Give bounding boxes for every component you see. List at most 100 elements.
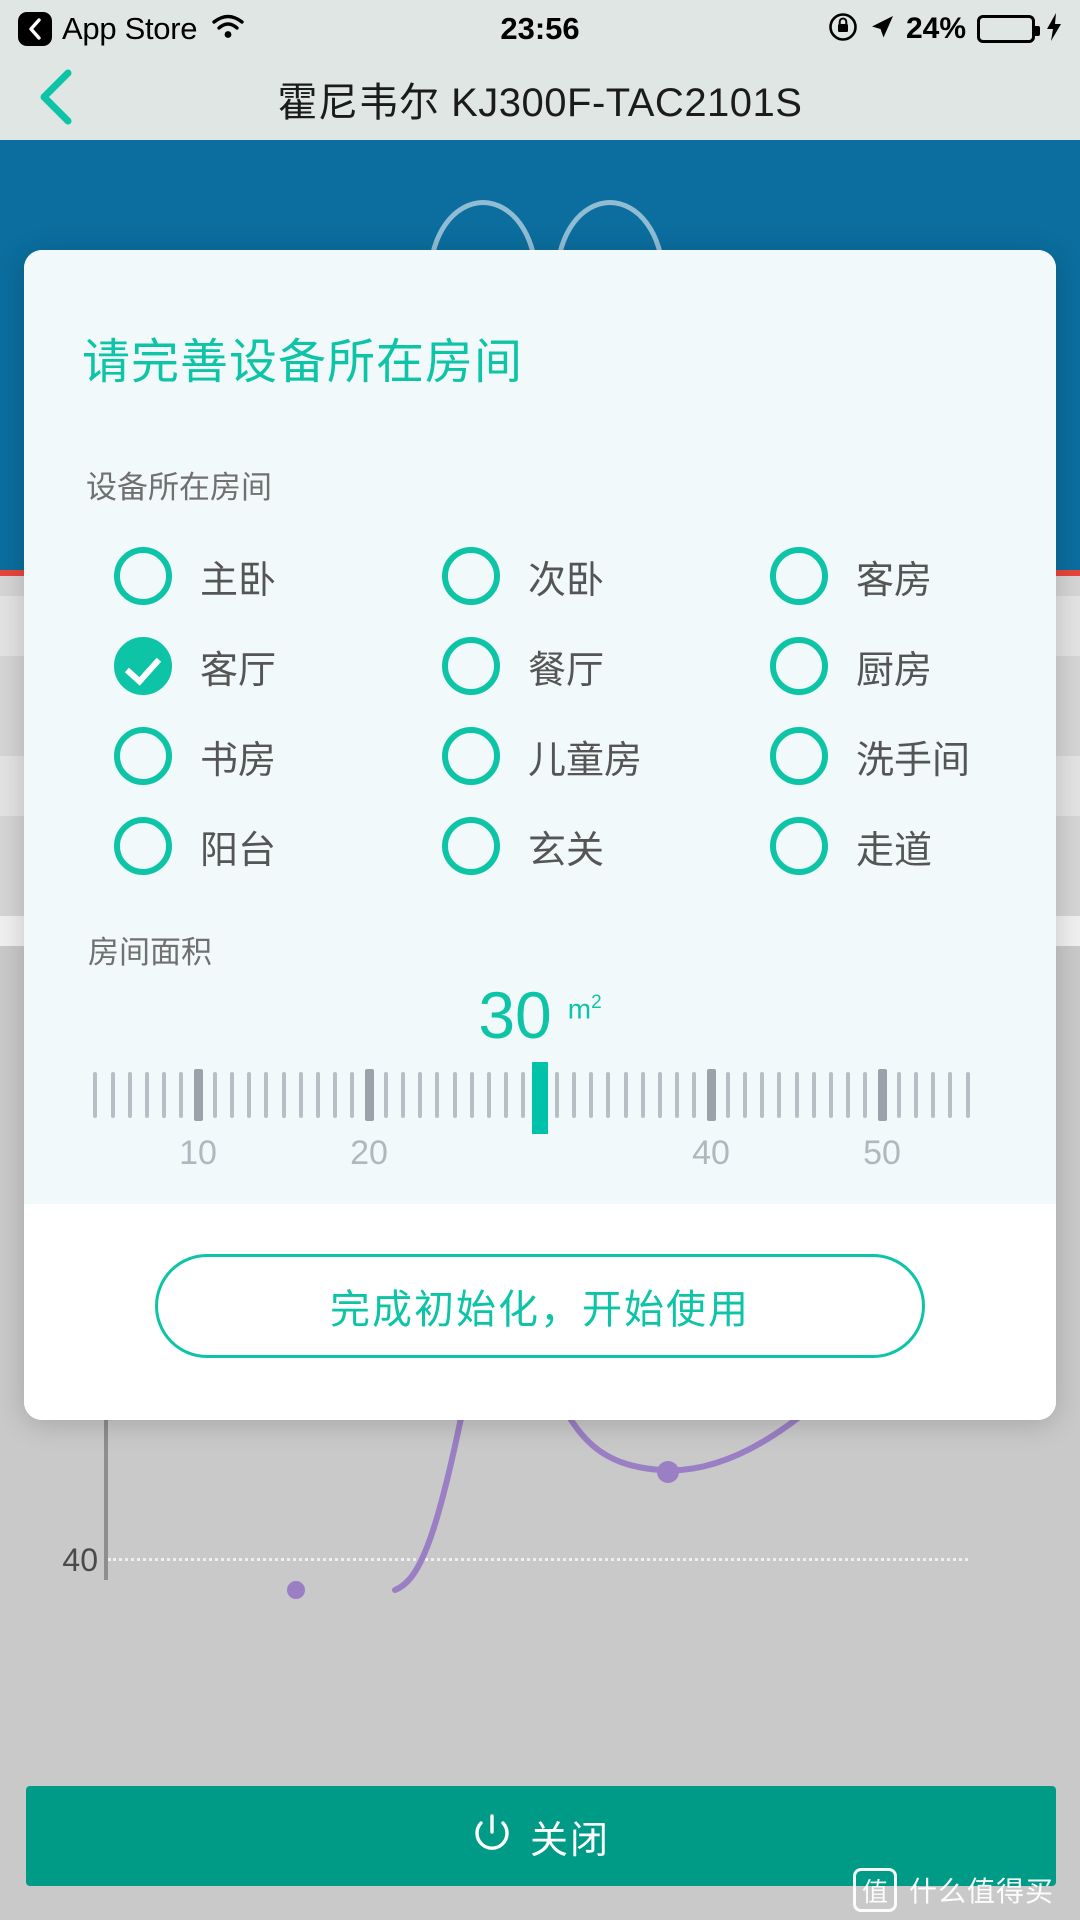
- radio-unchecked-icon[interactable]: [114, 727, 172, 785]
- radio-unchecked-icon[interactable]: [114, 547, 172, 605]
- room-option-label: 玄关: [528, 829, 605, 872]
- status-bar-app-name[interactable]: App Store: [62, 11, 197, 47]
- area-slider-labels: 10 20 40 50: [24, 1134, 1056, 1182]
- ruler-tick: [828, 1072, 833, 1118]
- back-badge-icon[interactable]: [18, 12, 52, 46]
- back-button[interactable]: [26, 69, 86, 129]
- watermark: 值 什么值得买: [852, 1868, 1054, 1912]
- ruler-tick: [811, 1072, 816, 1118]
- power-icon: [472, 1813, 512, 1860]
- radio-unchecked-icon[interactable]: [442, 727, 500, 785]
- page-title: 霍尼韦尔 KJ300F-TAC2101S: [277, 81, 803, 125]
- ruler-tick: [862, 1072, 867, 1118]
- dialog-title: 请完善设备所在房间: [82, 336, 524, 389]
- room-option-label: 客房: [856, 559, 933, 602]
- room-option[interactable]: 主卧: [48, 547, 376, 605]
- ruler-tick: [144, 1072, 149, 1118]
- room-option[interactable]: 阳台: [48, 817, 376, 875]
- radio-unchecked-icon[interactable]: [770, 727, 828, 785]
- ruler-tick: [418, 1072, 423, 1118]
- room-option-label: 洗手间: [856, 739, 971, 782]
- ruler-tick: [384, 1072, 389, 1118]
- ruler-major-tick: [877, 1069, 887, 1121]
- ruler-tick: [247, 1072, 252, 1118]
- ruler-tick: [965, 1072, 970, 1118]
- room-option-label: 餐厅: [528, 649, 605, 692]
- room-option[interactable]: 餐厅: [376, 637, 704, 695]
- ruler-tick: [589, 1072, 594, 1118]
- room-option-label: 儿童房: [528, 739, 643, 782]
- ruler-tick: [777, 1072, 782, 1118]
- battery-icon: [977, 15, 1040, 43]
- room-option[interactable]: 客厅: [48, 637, 376, 695]
- room-option[interactable]: 书房: [48, 727, 376, 785]
- ruler-tick: [760, 1072, 765, 1118]
- radio-unchecked-icon[interactable]: [442, 817, 500, 875]
- wifi-icon: [211, 14, 245, 45]
- ruler-tick: [623, 1072, 628, 1118]
- rotation-lock-icon: [828, 12, 858, 47]
- ruler-tick: [726, 1072, 731, 1118]
- ruler-tick: [281, 1072, 286, 1118]
- ruler-tick-label: 20: [350, 1134, 388, 1172]
- ruler-tick: [931, 1072, 936, 1118]
- ruler-tick: [674, 1072, 679, 1118]
- area-slider-ruler[interactable]: [24, 1062, 1056, 1134]
- dialog-body: 请完善设备所在房间 设备所在房间 主卧 次卧 客房客厅 餐厅 厨房书房 儿童房 洗手间阳台 玄…: [24, 250, 1056, 1204]
- room-option[interactable]: 客房: [704, 547, 1032, 605]
- watermark-text: 什么值得买: [908, 1876, 1054, 1907]
- ruler-tick-label: 40: [692, 1134, 730, 1172]
- status-bar-left: App Store: [18, 11, 245, 47]
- ruler-tick: [110, 1072, 115, 1118]
- area-value: 30: [478, 978, 552, 1052]
- ruler-tick: [264, 1072, 269, 1118]
- ruler-tick: [794, 1072, 799, 1118]
- navigation-bar: 霍尼韦尔 KJ300F-TAC2101S: [0, 58, 1080, 140]
- ruler-tick: [486, 1072, 491, 1118]
- ruler-tick: [349, 1072, 354, 1118]
- ruler-tick: [572, 1072, 577, 1118]
- finish-setup-button[interactable]: 完成初始化，开始使用: [155, 1254, 925, 1358]
- radio-unchecked-icon[interactable]: [114, 817, 172, 875]
- status-bar-right: 24%: [828, 12, 1062, 47]
- ruler-tick: [640, 1072, 645, 1118]
- room-option-label: 次卧: [528, 559, 605, 602]
- radio-unchecked-icon[interactable]: [770, 547, 828, 605]
- room-option-label: 阳台: [200, 829, 277, 872]
- radio-unchecked-icon[interactable]: [442, 637, 500, 695]
- radio-unchecked-icon[interactable]: [770, 637, 828, 695]
- room-option[interactable]: 厨房: [704, 637, 1032, 695]
- power-off-label: 关闭: [529, 1819, 610, 1862]
- room-options-grid: 主卧 次卧 客房客厅 餐厅 厨房书房 儿童房 洗手间阳台 玄关 走道: [24, 507, 1056, 875]
- ruler-major-tick: [364, 1069, 374, 1121]
- room-option-label: 客厅: [200, 649, 277, 692]
- ruler-tick: [914, 1072, 919, 1118]
- ruler-tick: [469, 1072, 474, 1118]
- room-option[interactable]: 次卧: [376, 547, 704, 605]
- radio-checked-icon[interactable]: [114, 637, 172, 695]
- ruler-tick: [127, 1072, 132, 1118]
- room-option[interactable]: 儿童房: [376, 727, 704, 785]
- room-option[interactable]: 走道: [704, 817, 1032, 875]
- ruler-tick: [606, 1072, 611, 1118]
- room-option[interactable]: 玄关: [376, 817, 704, 875]
- room-option-label: 书房: [200, 739, 277, 782]
- area-slider-thumb[interactable]: [532, 1062, 548, 1134]
- room-option[interactable]: 洗手间: [704, 727, 1032, 785]
- ruler-tick: [743, 1072, 748, 1118]
- ruler-tick: [452, 1072, 457, 1118]
- radio-unchecked-icon[interactable]: [442, 547, 500, 605]
- area-section-label: 房间面积: [88, 935, 212, 970]
- ruler-tick: [93, 1072, 98, 1118]
- status-bar: App Store 23:56 24%: [0, 0, 1080, 58]
- room-section-label: 设备所在房间: [86, 470, 272, 505]
- ruler-major-tick: [706, 1069, 716, 1121]
- radio-unchecked-icon[interactable]: [770, 817, 828, 875]
- ruler-tick: [230, 1072, 235, 1118]
- ruler-tick: [948, 1072, 953, 1118]
- area-value-row: 30 m2: [24, 972, 1056, 1048]
- ruler-tick: [691, 1072, 696, 1118]
- ruler-tick: [213, 1072, 218, 1118]
- ruler-tick: [503, 1072, 508, 1118]
- ruler-tick: [298, 1072, 303, 1118]
